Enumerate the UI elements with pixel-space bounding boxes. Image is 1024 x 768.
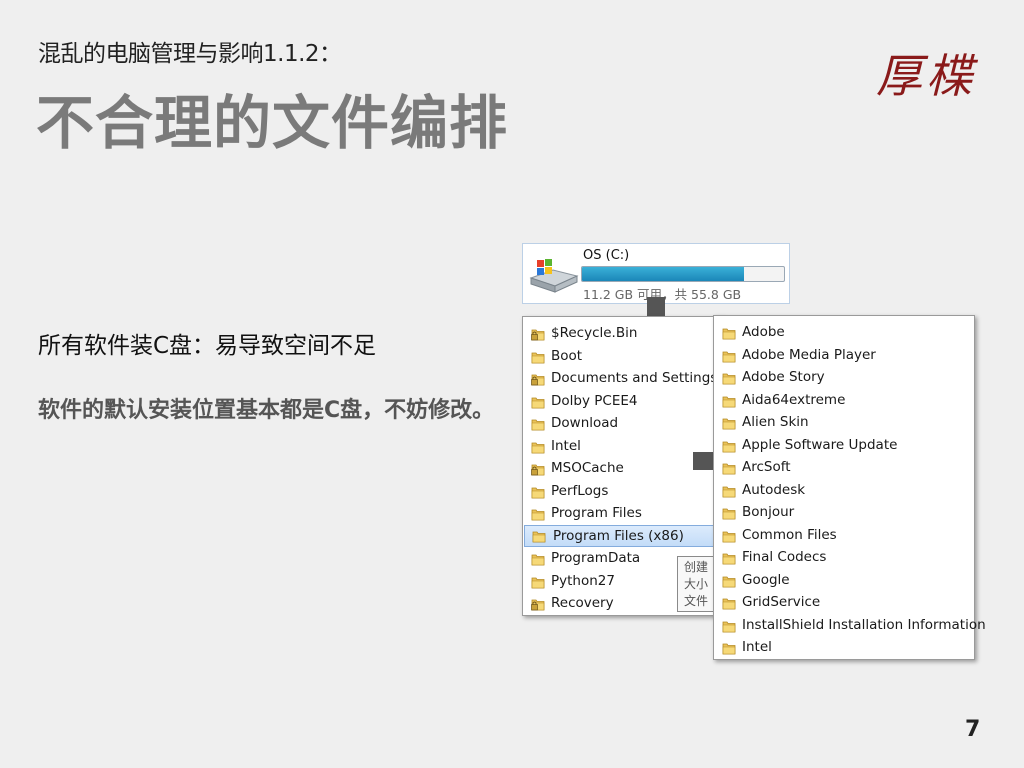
locked-folder-icon	[531, 461, 545, 476]
drive-usage-bar	[581, 266, 785, 282]
folder-item[interactable]: Boot	[523, 345, 723, 368]
folder-item-label: Alien Skin	[742, 414, 809, 430]
folder-item-label: Dolby PCEE4	[551, 392, 638, 409]
folder-icon	[722, 438, 736, 452]
folder-item-label: Intel	[742, 639, 772, 655]
folder-item-label: Bonjour	[742, 504, 795, 520]
folder-item[interactable]: InstallShield Installation Information	[714, 614, 986, 637]
folder-item-label: Google	[742, 571, 790, 588]
hard-drive-windows-icon	[527, 256, 579, 300]
folder-item-label: PerfLogs	[551, 482, 609, 499]
folder-item[interactable]: $Recycle.Bin	[523, 322, 723, 345]
folder-icon	[531, 394, 545, 408]
folder-item[interactable]: GridService	[714, 591, 974, 614]
drive-name: OS (C:)	[583, 248, 630, 263]
folder-item-label: $Recycle.Bin	[551, 325, 638, 341]
folder-item[interactable]: Adobe	[714, 321, 974, 344]
folder-icon	[531, 349, 545, 363]
folder-icon	[722, 595, 736, 610]
bullet-point-default-location: 软件的默认安装位置基本都是C盘，不妨修改。	[38, 398, 495, 423]
folder-item[interactable]: Google	[714, 569, 974, 592]
folder-item-label: Download	[551, 415, 619, 431]
folder-item[interactable]: Download	[523, 412, 723, 435]
folder-item-label: Boot	[551, 347, 583, 364]
folder-icon	[531, 439, 545, 453]
folder-item-label: GridService	[742, 594, 821, 610]
folder-icon	[722, 573, 736, 587]
page-number: 7	[965, 717, 981, 742]
folder-item-label: Program Files	[551, 505, 642, 521]
folder-item-label: InstallShield Installation Information	[742, 616, 986, 633]
folder-item[interactable]: Program Files (x86)	[524, 524, 722, 547]
folder-icon	[722, 618, 736, 632]
folder-item[interactable]: Alien Skin	[714, 411, 974, 434]
folder-icon	[722, 415, 736, 430]
folder-icon	[722, 460, 736, 475]
brand-logo: 厚楪	[876, 49, 976, 103]
folder-icon	[531, 551, 545, 566]
folder-item-label: Adobe Story	[742, 369, 825, 385]
folder-icon	[722, 348, 736, 362]
folder-item[interactable]: Adobe Story	[714, 366, 974, 389]
folder-item[interactable]: Autodesk	[714, 479, 974, 502]
folder-item[interactable]: Documents and Settings	[523, 367, 723, 390]
folder-item-label: Autodesk	[742, 481, 806, 498]
folder-item-label: Common Files	[742, 526, 837, 543]
folder-item[interactable]: Program Files	[523, 502, 723, 525]
folder-icon	[722, 483, 736, 497]
folder-list-program-files-x86[interactable]: Adobe Adobe Media Player Adobe Story Aida64…	[713, 315, 986, 660]
folder-icon	[722, 370, 736, 385]
drive-widget[interactable]: OS (C:) 11.2 GB 可用，共 55.8 GB	[522, 243, 790, 304]
folder-item[interactable]: Aida64extreme	[714, 389, 974, 412]
drive-usage-fill	[582, 267, 744, 281]
folder-item[interactable]: PerfLogs	[523, 480, 723, 503]
locked-folder-icon	[531, 371, 545, 386]
folder-icon	[722, 325, 736, 340]
folder-item-label: Apple Software Update	[742, 436, 898, 453]
folder-icon	[722, 505, 736, 520]
folder-item[interactable]: Final Codecs	[714, 546, 974, 569]
folder-item-label: Aida64extreme	[742, 391, 846, 408]
folder-item-label: Documents and Settings	[551, 370, 718, 386]
folder-item-label: Adobe	[742, 324, 785, 340]
folder-icon	[531, 574, 545, 588]
folder-item-label: Python27	[551, 572, 615, 589]
folder-icon	[531, 416, 545, 431]
bullet-point-space: 所有软件装C盘：易导致空间不足	[38, 333, 377, 359]
folder-item-label: ProgramData	[551, 550, 641, 566]
folder-item[interactable]: Adobe Media Player	[714, 344, 974, 367]
folder-item-label: Final Codecs	[742, 549, 827, 565]
folder-item-label: Recovery	[551, 595, 614, 611]
folder-item-label: ArcSoft	[742, 459, 791, 475]
folder-item-label: Intel	[551, 437, 581, 454]
folder-item[interactable]: Apple Software Update	[714, 434, 974, 457]
slide-subtitle: 混乱的电脑管理与影响1.1.2：	[38, 41, 342, 67]
folder-icon	[722, 550, 736, 565]
folder-item[interactable]: Intel	[714, 636, 974, 659]
folder-icon	[722, 393, 736, 407]
folder-item-label: MSOCache	[551, 460, 624, 476]
folder-icon	[531, 506, 545, 521]
folder-item-label: Program Files (x86)	[553, 527, 684, 544]
folder-item[interactable]: Bonjour	[714, 501, 974, 524]
locked-folder-icon	[531, 326, 545, 341]
folder-icon	[722, 640, 736, 655]
folder-icon	[532, 529, 546, 543]
folder-item[interactable]: Common Files	[714, 524, 974, 547]
slide-title: 不合理的文件编排	[36, 89, 509, 157]
folder-icon	[531, 484, 545, 498]
folder-item[interactable]: ArcSoft	[714, 456, 974, 479]
folder-icon	[722, 528, 736, 542]
locked-folder-icon	[531, 596, 545, 611]
folder-item[interactable]: Dolby PCEE4	[523, 390, 723, 413]
folder-item-label: Adobe Media Player	[742, 346, 876, 363]
